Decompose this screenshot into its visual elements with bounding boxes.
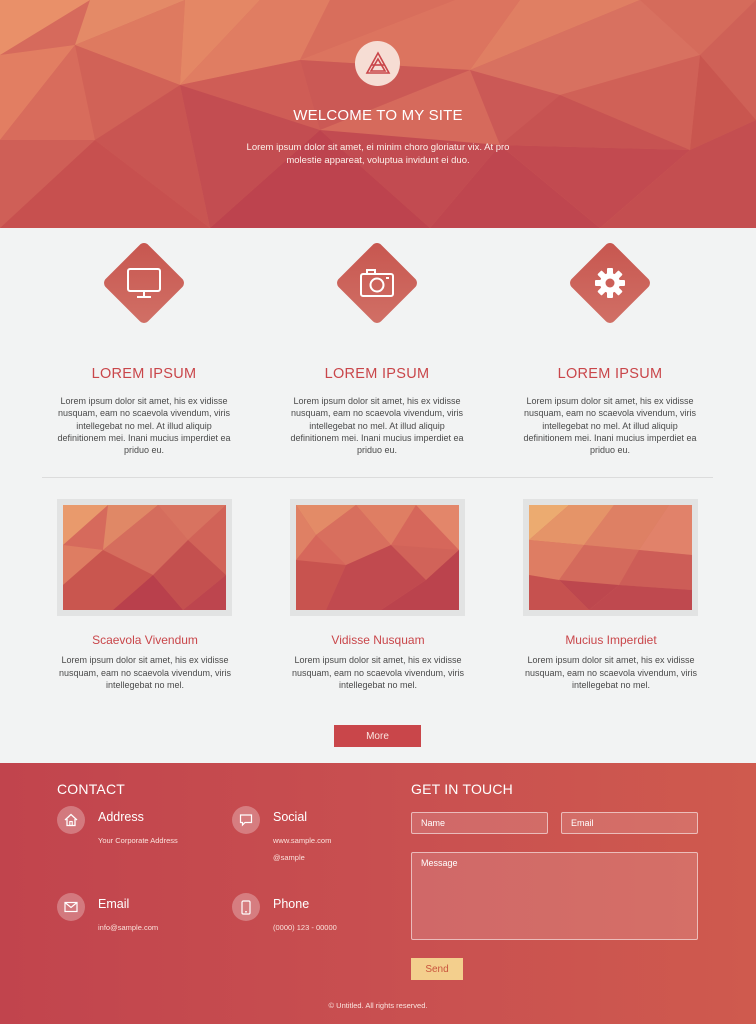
section-divider [42, 477, 713, 478]
gallery-text: Lorem ipsum dolor sit amet, his ex vidis… [291, 655, 465, 690]
message-field[interactable]: Message [411, 852, 698, 940]
polygon-thumbnail [296, 505, 459, 610]
email-link[interactable]: info@sample.com [98, 923, 158, 932]
send-button[interactable]: Send [411, 958, 463, 980]
contact-value: Your Corporate Address [98, 836, 178, 845]
home-icon [64, 813, 78, 827]
contact-address: Address Your Corporate Address [57, 806, 217, 856]
contact-label: Phone [273, 897, 310, 911]
contact-phone: Phone (0000) 123 - 00000 [232, 893, 392, 943]
feature-diamond [101, 240, 187, 326]
gallery-title: Mucius Imperdiet [565, 633, 657, 647]
feature-title: LOREM IPSUM [324, 366, 430, 382]
gear-icon [595, 268, 625, 298]
feature-title: LOREM IPSUM [557, 366, 663, 382]
feature-title: LOREM IPSUM [91, 366, 197, 382]
gallery-image[interactable] [290, 499, 465, 616]
more-button[interactable]: More [334, 725, 421, 747]
phone-icon [241, 899, 251, 915]
phone-number[interactable]: (0000) 123 - 00000 [273, 923, 337, 932]
gallery-image[interactable] [57, 499, 232, 616]
polygon-thumbnail [529, 505, 692, 610]
email-field[interactable]: Email [561, 812, 698, 834]
contact-label: Email [98, 897, 130, 911]
polygon-thumbnail [63, 505, 226, 610]
contact-email: Email info@sample.com [57, 893, 217, 943]
gallery-image[interactable] [523, 499, 698, 616]
home-icon-badge [57, 806, 85, 834]
feature-diamond [334, 240, 420, 326]
contact-social: Social www.sample.com @sample [232, 806, 392, 876]
contact-title: CONTACT [57, 781, 126, 797]
feature-text: Lorem ipsum dolor sit amet, his ex vidis… [290, 396, 464, 456]
gallery-text: Lorem ipsum dolor sit amet, his ex vidis… [524, 655, 698, 690]
envelope-icon-badge [57, 893, 85, 921]
contact-label: Address [98, 810, 144, 824]
site-logo[interactable] [355, 41, 400, 86]
chat-icon-badge [232, 806, 260, 834]
feature-text: Lorem ipsum dolor sit amet, his ex vidis… [57, 396, 231, 456]
gallery-text: Lorem ipsum dolor sit amet, his ex vidis… [58, 655, 232, 690]
gallery-title: Vidisse Nusquam [331, 633, 425, 647]
name-field[interactable]: Name [411, 812, 548, 834]
footer: CONTACT Address Your Corporate Address S… [0, 763, 756, 1024]
copyright: © Untitled. All rights reserved. [328, 1001, 428, 1010]
social-handle[interactable]: @sample [273, 853, 305, 862]
gallery-title: Scaevola Vivendum [92, 633, 198, 647]
feature-text: Lorem ipsum dolor sit amet, his ex vidis… [523, 396, 697, 456]
triangle-logo-icon [365, 50, 390, 74]
envelope-icon [64, 901, 78, 913]
contact-label: Social [273, 810, 308, 824]
social-website-link[interactable]: www.sample.com [273, 836, 331, 845]
get-in-touch-title: GET IN TOUCH [411, 781, 513, 797]
feature-diamond [567, 240, 653, 326]
phone-icon-badge [232, 893, 260, 921]
monitor-icon [127, 268, 161, 298]
chat-bubble-icon [239, 814, 253, 827]
camera-icon [360, 269, 394, 297]
hero-title: WELCOME TO MY SITE [293, 107, 463, 124]
hero-tagline: Lorem ipsum dolor sit amet, ei minim cho… [246, 142, 510, 166]
hero-banner: WELCOME TO MY SITE Lorem ipsum dolor sit… [0, 0, 756, 228]
